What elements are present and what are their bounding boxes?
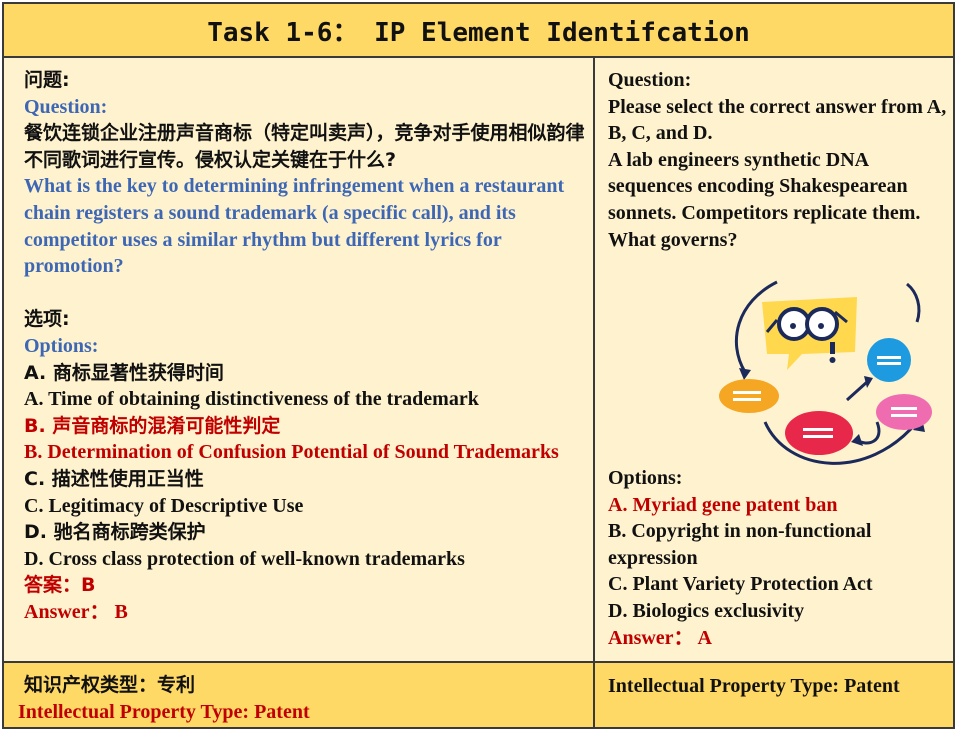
right-ip-type: Intellectual Property Type: Patent bbox=[608, 675, 900, 697]
ip-type-en: Intellectual Property Type: Patent bbox=[18, 701, 310, 723]
answer-zh: 答案：B bbox=[24, 574, 96, 597]
footer-divider bbox=[4, 661, 953, 663]
options-label-en: Options: bbox=[24, 334, 99, 357]
option-a-zh: A. 商标显著性获得时间 bbox=[24, 361, 224, 384]
options-label-zh: 选项: bbox=[24, 308, 70, 331]
right-option-c: C. Plant Variety Protection Act bbox=[608, 573, 873, 596]
option-b-zh: B. 声音商标的混淆可能性判定 bbox=[24, 414, 281, 437]
column-divider bbox=[593, 58, 595, 727]
option-d-en: D. Cross class protection of well-known … bbox=[24, 547, 465, 570]
answer-en: Answer： B bbox=[24, 600, 128, 623]
footer-right: Intellectual Property Type: Patent bbox=[608, 673, 948, 700]
option-c-zh: C. 描述性使用正当性 bbox=[24, 467, 204, 490]
chat-illustration-icon bbox=[719, 280, 932, 465]
right-option-a: A. Myriad gene patent ban bbox=[608, 493, 838, 516]
task-card: Task 1-6： IP Element Identifcation 问题: Q… bbox=[2, 2, 955, 729]
option-b-en: B. Determination of Confusion Potential … bbox=[24, 441, 559, 464]
option-c-en: C. Legitimacy of Descriptive Use bbox=[24, 494, 304, 517]
right-answer: Answer： A bbox=[608, 626, 712, 649]
right-option-d: D. Biologics exclusivity bbox=[608, 599, 805, 622]
question-label-zh: 问题: bbox=[24, 69, 70, 91]
right-question-label: Question: bbox=[608, 69, 692, 91]
option-a-en: A. Time of obtaining distinctiveness of … bbox=[24, 388, 479, 411]
question-text-en: What is the key to determining infringem… bbox=[24, 175, 565, 278]
right-column-top: Question: Please select the correct answ… bbox=[608, 67, 948, 253]
option-d-zh: D. 驰名商标跨类保护 bbox=[24, 521, 206, 544]
right-option-b: B. Copyright in non-functional expressio… bbox=[608, 520, 872, 569]
left-column: 问题: Question: 餐饮连锁企业注册声音商标（特定叫卖声），竞争对手使用… bbox=[24, 67, 589, 625]
right-column-options: Options: A. Myriad gene patent ban B. Co… bbox=[608, 465, 948, 651]
page-title: Task 1-6： IP Element Identifcation bbox=[4, 4, 953, 58]
right-question-text: A lab engineers synthetic DNA sequences … bbox=[608, 148, 921, 251]
ip-type-zh: 知识产权类型：专利 bbox=[24, 674, 196, 696]
right-instruction: Please select the correct answer from A,… bbox=[608, 95, 947, 145]
footer-left: 知识产权类型：专利 Intellectual Property Type: Pa… bbox=[18, 672, 589, 726]
question-text-zh: 餐饮连锁企业注册声音商标（特定叫卖声），竞争对手使用相似韵律不同歌词进行宣传。侵… bbox=[24, 122, 585, 171]
question-label-en: Question: bbox=[24, 95, 108, 118]
